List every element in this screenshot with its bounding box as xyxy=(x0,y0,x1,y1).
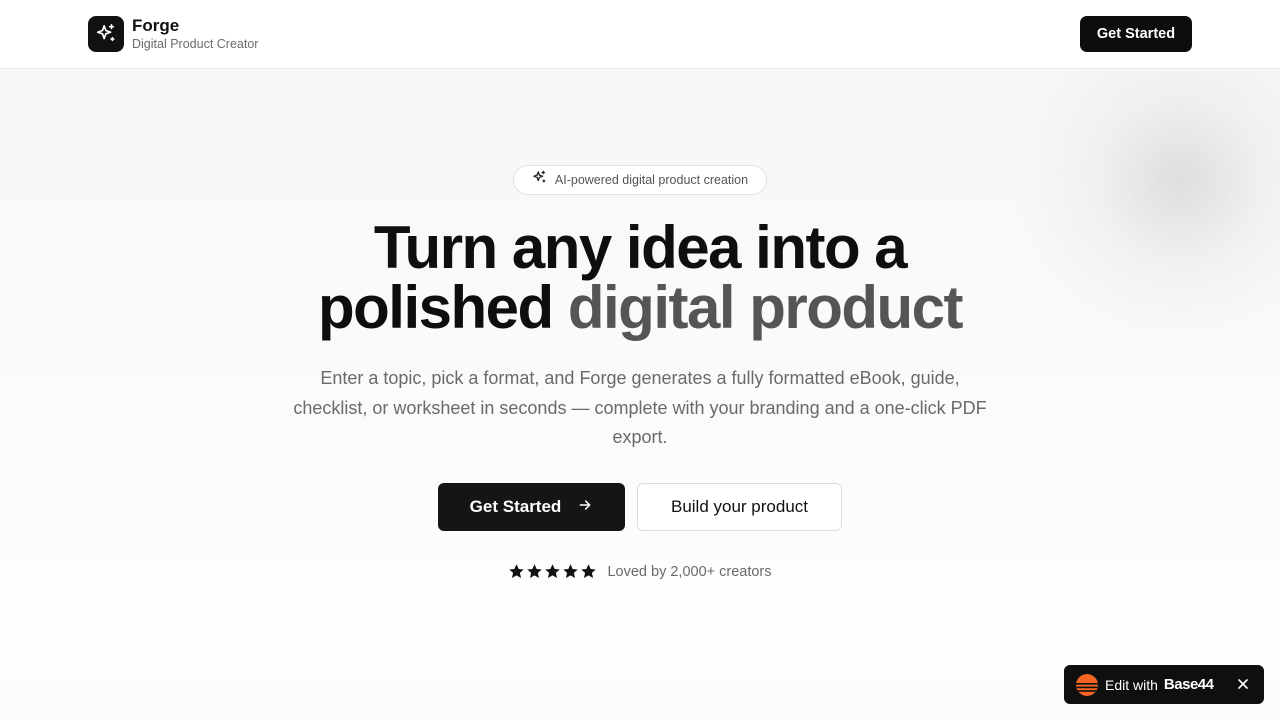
headline-line-2-dark: polished xyxy=(318,274,554,341)
star-icon xyxy=(581,564,597,579)
star-icon xyxy=(509,564,525,579)
headline-line-2-muted: digital product xyxy=(567,274,964,341)
build-product-button[interactable]: Build your product xyxy=(637,483,842,531)
hero-get-started-label: Get Started xyxy=(469,497,562,516)
rating-text: Loved by 2,000+ creators xyxy=(607,563,772,580)
star-icon xyxy=(563,564,579,579)
star-icon xyxy=(527,564,543,579)
sparkles-icon xyxy=(532,170,547,190)
brand-tagline: Digital Product Creator xyxy=(132,37,259,52)
badge-prefix: Edit with xyxy=(1105,676,1158,693)
close-icon[interactable] xyxy=(1236,677,1250,691)
edit-with-base44-badge[interactable]: Edit with Base44 xyxy=(1064,665,1264,704)
hero-section: AI-powered digital product creation Turn… xyxy=(0,70,1280,679)
top-navbar: Forge Digital Product Creator Get Starte… xyxy=(0,0,1280,69)
base44-logo-icon xyxy=(1076,673,1098,696)
star-icon xyxy=(545,564,561,579)
hero-subtitle: Enter a topic, pick a format, and Forge … xyxy=(293,368,987,447)
feature-pill-label: AI-powered digital product creation xyxy=(554,173,749,187)
arrow-right-icon xyxy=(577,497,593,518)
headline-line-1: Turn any idea into a xyxy=(373,214,908,281)
rating: Loved by 2,000+ creators xyxy=(0,563,1280,580)
nav-get-started-button[interactable]: Get Started xyxy=(1080,16,1192,52)
hero-headline: Turn any idea into a polished digital pr… xyxy=(0,218,1280,338)
badge-brand: Base44 xyxy=(1163,676,1214,693)
feature-pill: AI-powered digital product creation xyxy=(513,165,767,195)
hero-get-started-button[interactable]: Get Started xyxy=(438,483,625,531)
brand[interactable]: Forge Digital Product Creator xyxy=(88,16,258,52)
sparkles-icon xyxy=(88,16,124,52)
rating-stars xyxy=(508,563,597,580)
brand-name: Forge xyxy=(132,16,180,36)
